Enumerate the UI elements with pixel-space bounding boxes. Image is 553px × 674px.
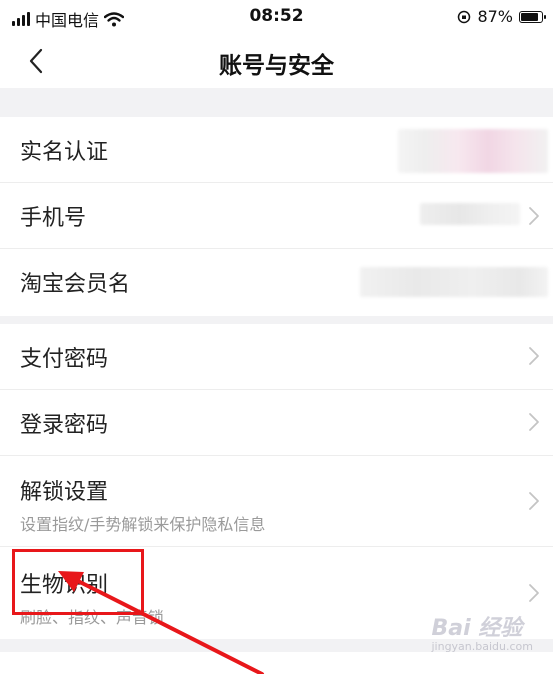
masked-value [360,267,548,297]
watermark-sub: jingyan.baidu.com [431,640,533,653]
row-label: 手机号 [20,206,87,231]
chevron-right-icon [529,492,539,510]
masked-value [420,203,520,225]
status-bar: 中国电信 08:52 87% [0,0,553,34]
page-title: 账号与安全 [219,53,334,79]
baidu-watermark-logo: Bai 经验 jingyan.baidu.com [431,610,533,653]
back-button[interactable] [22,46,52,76]
chevron-left-icon [29,48,43,74]
row-label: 支付密码 [20,347,109,372]
status-right: 87% [457,7,546,26]
row-unlock-settings[interactable]: 解锁设置 设置指纹/手势解锁来保护隐私信息 [0,456,553,547]
next-group-partial [0,652,553,674]
battery-level [521,12,538,21]
row-label: 生物识别 [20,573,109,598]
row-subtitle: 设置指纹/手势解锁来保护隐私信息 [20,515,266,534]
row-payment-password[interactable]: 支付密码 [0,324,553,390]
row-label: 实名认证 [20,140,109,165]
row-subtitle: 刷脸、指纹、声音锁 [20,608,165,627]
account-info-group: 实名认证 手机号 淘宝会员名 [0,117,553,316]
row-label: 解锁设置 [20,480,109,505]
masked-value [398,129,548,173]
row-taobao-name[interactable]: 淘宝会员名 [0,249,553,316]
watermark-text: Bai 经验 [431,616,523,641]
battery-percent: 87% [477,7,513,26]
orientation-lock-icon [458,10,471,23]
row-label: 登录密码 [20,413,109,438]
row-phone[interactable]: 手机号 [0,183,553,249]
chevron-right-icon [529,413,539,431]
nav-bar: 账号与安全 [0,34,553,88]
security-group: 支付密码 登录密码 解锁设置 设置指纹/手势解锁来保护隐私信息 生物识别 刷脸、… [0,324,553,639]
chevron-right-icon [529,207,539,225]
row-login-password[interactable]: 登录密码 [0,390,553,456]
battery-icon [519,10,546,23]
row-label: 淘宝会员名 [20,272,131,297]
row-real-name[interactable]: 实名认证 [0,117,553,183]
chevron-right-icon [529,347,539,365]
chevron-right-icon [529,584,539,602]
